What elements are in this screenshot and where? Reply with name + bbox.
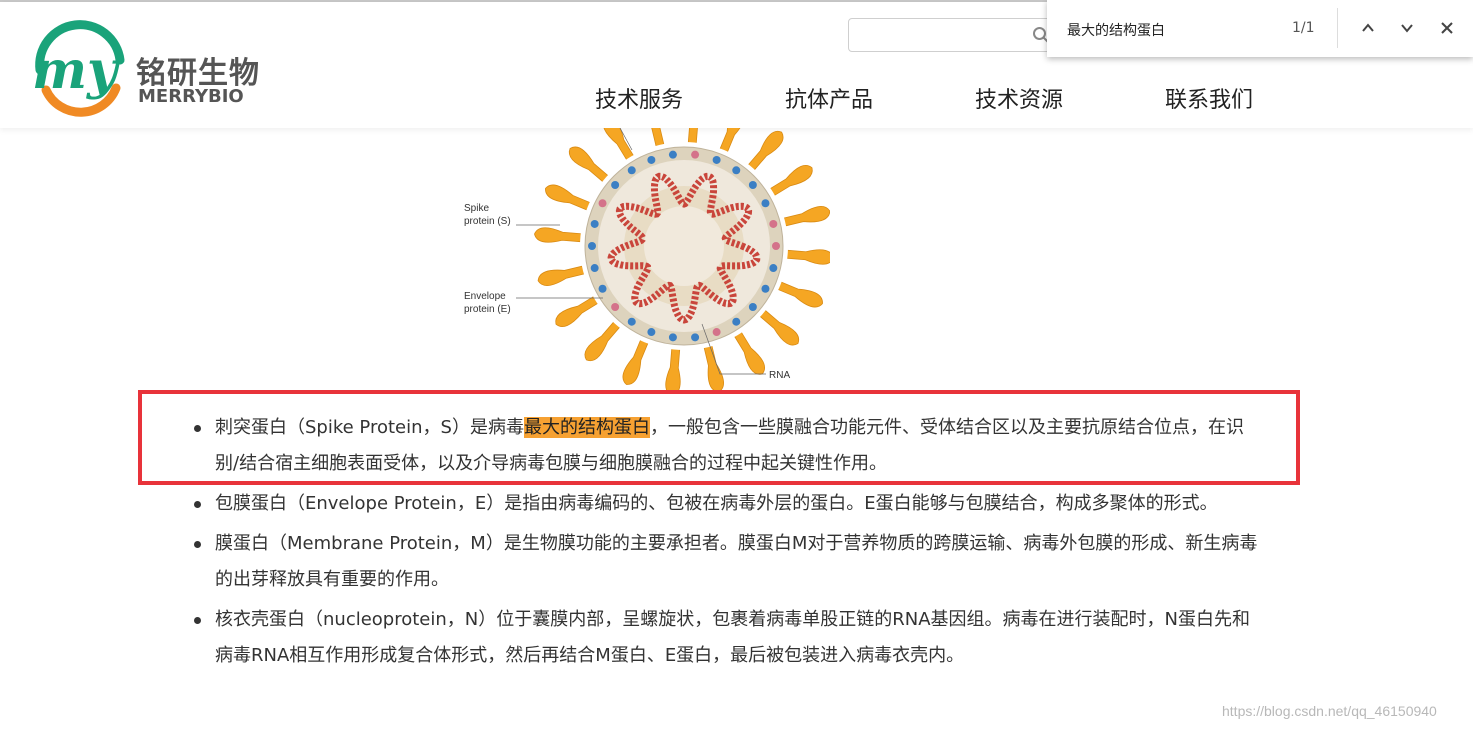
find-highlight: 最大的结构蛋白 bbox=[523, 417, 650, 438]
membrane-protein bbox=[769, 219, 778, 228]
membrane-protein bbox=[761, 284, 770, 293]
find-next-button[interactable] bbox=[1395, 16, 1419, 40]
find-match-count: 1/1 bbox=[1292, 20, 1315, 36]
nav-item-antibody-products[interactable]: 抗体产品 bbox=[785, 82, 873, 114]
list-item-spike: 刺突蛋白（Spike Protein，S）是病毒最大的结构蛋白，一般包含一些膜融… bbox=[190, 410, 1260, 482]
bullet bbox=[194, 617, 201, 624]
membrane-protein bbox=[647, 328, 656, 337]
list-item-envelope: 包膜蛋白（Envelope Protein，E）是指由病毒编码的、包被在病毒外层… bbox=[190, 486, 1260, 522]
bullet bbox=[194, 425, 201, 432]
membrane-protein bbox=[732, 166, 741, 175]
rna-label: RNA bbox=[769, 370, 790, 381]
membrane-protein bbox=[598, 199, 607, 208]
protein-list: 刺突蛋白（Spike Protein，S）是病毒最大的结构蛋白，一般包含一些膜融… bbox=[190, 410, 1260, 674]
membrane-protein bbox=[772, 242, 780, 250]
membrane-protein bbox=[748, 303, 757, 312]
find-previous-button[interactable] bbox=[1356, 16, 1380, 40]
find-close-button[interactable] bbox=[1435, 16, 1459, 40]
membrane-protein bbox=[668, 150, 677, 159]
membrane-protein bbox=[691, 150, 700, 159]
merrybio-logo[interactable]: my 铭研生物 MERRYBIO bbox=[28, 18, 298, 118]
logo-english-name: MERRYBIO bbox=[138, 86, 244, 107]
membrane-protein bbox=[761, 199, 770, 208]
membrane-protein bbox=[647, 155, 656, 164]
list-item-nucleoprotein: 核衣壳蛋白（nucleoprotein，N）位于囊膜内部，呈螺旋状，包裹着病毒单… bbox=[190, 602, 1260, 674]
membrane-protein bbox=[590, 219, 599, 228]
membrane-protein bbox=[732, 317, 741, 326]
list-item-membrane: 膜蛋白（Membrane Protein，M）是生物膜功能的主要承担者。膜蛋白M… bbox=[190, 526, 1260, 598]
browser-find-bar: 最大的结构蛋白 1/1 bbox=[1047, 0, 1473, 57]
membrane-protein bbox=[611, 180, 620, 189]
spike-label-line1: Spike bbox=[464, 203, 489, 214]
nav-item-tech-services[interactable]: 技术服务 bbox=[595, 82, 683, 114]
close-icon bbox=[1441, 22, 1453, 34]
membrane-protein bbox=[590, 264, 599, 273]
coronavirus-structure-figure: Spike protein (S) Envelope protein (E) R… bbox=[450, 96, 834, 396]
find-query-input[interactable]: 最大的结构蛋白 bbox=[1067, 20, 1165, 40]
membrane-text: 膜蛋白（Membrane Protein，M）是生物膜功能的主要承担者。膜蛋白M… bbox=[215, 533, 1258, 590]
membrane-protein bbox=[691, 333, 700, 342]
membrane-protein bbox=[668, 333, 677, 342]
bullet bbox=[194, 541, 201, 548]
svg-text:my: my bbox=[32, 40, 121, 101]
csdn-watermark: https://blog.csdn.net/qq_46150940 bbox=[1222, 703, 1437, 719]
membrane-protein bbox=[611, 303, 620, 312]
membrane-protein bbox=[712, 155, 721, 164]
envelope-label-line1: Envelope bbox=[464, 291, 506, 302]
membrane-protein bbox=[712, 328, 721, 337]
envelope-text: 包膜蛋白（Envelope Protein，E）是指由病毒编码的、包被在病毒外层… bbox=[215, 493, 1218, 514]
membrane-protein bbox=[588, 242, 596, 250]
membrane-protein bbox=[769, 264, 778, 273]
membrane-protein bbox=[748, 180, 757, 189]
membrane-protein bbox=[627, 166, 636, 175]
find-bar-divider bbox=[1337, 8, 1338, 48]
logo-mark-icon: my bbox=[32, 20, 125, 117]
spike-text-before: 刺突蛋白（Spike Protein，S）是病毒 bbox=[215, 417, 524, 438]
envelope-label-line2: protein (E) bbox=[464, 304, 511, 315]
bullet bbox=[194, 501, 201, 508]
spike-label-line2: protein (S) bbox=[464, 216, 511, 227]
membrane-protein bbox=[598, 284, 607, 293]
chevron-down-icon bbox=[1401, 24, 1413, 33]
nav-item-tech-resources[interactable]: 技术资源 bbox=[975, 82, 1063, 114]
nav-item-contact-us[interactable]: 联系我们 bbox=[1165, 82, 1253, 114]
chevron-up-icon bbox=[1362, 23, 1374, 32]
virus-diagram: Spike protein (S) Envelope protein (E) R… bbox=[464, 96, 834, 396]
nucleoprotein-text: 核衣壳蛋白（nucleoprotein，N）位于囊膜内部，呈螺旋状，包裹着病毒单… bbox=[215, 609, 1250, 666]
membrane-protein bbox=[627, 317, 636, 326]
